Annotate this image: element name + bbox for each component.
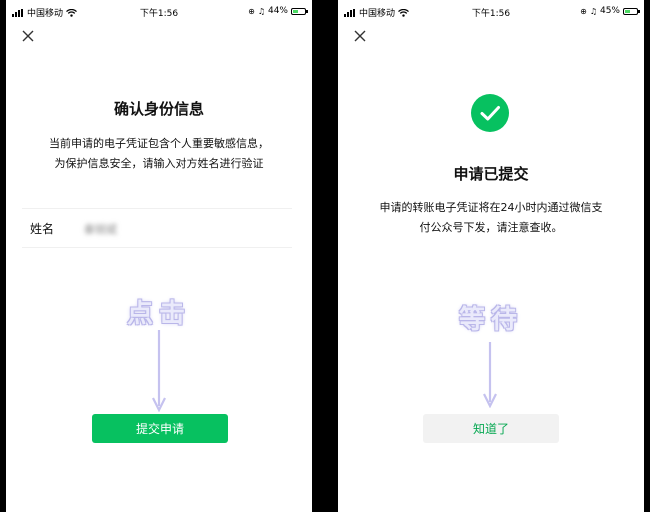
description-line-2: 为保护信息安全，请输入对方姓名进行验证 [54,157,264,170]
orientation-lock-icon: ⊕ [580,6,587,16]
page-title: 申请已提交 [453,165,529,183]
description-line-1: 当前申请的电子凭证包含个人重要敏感信息， [49,137,269,150]
headphones-icon: ♫ [589,6,597,16]
battery-percent: 44% [267,6,288,16]
down-arrow-icon [152,330,166,412]
headphones-icon: ♫ [257,6,265,16]
wait-overlay-label: 等待 [458,305,523,335]
description-line-1: 申请的转账电子凭证将在24小时内通过微信支 [379,201,603,214]
name-input-row[interactable]: 姓名 秦锐斌 [22,208,292,248]
name-label: 姓名 [30,222,55,236]
status-bar: 中国移动 下午1:56 ⊕ ♫ 45% [338,0,644,22]
name-field[interactable]: 秦锐斌 [84,221,117,237]
click-overlay-label: 点击 [126,299,191,329]
application-submitted-screen: 中国移动 下午1:56 ⊕ ♫ 45% 申请已提交 申请的转账电子凭证将在24小… [338,0,644,512]
got-it-button[interactable]: 知道了 [423,414,559,443]
description-line-2: 付公众号下发，请注意查收。 [419,221,563,234]
battery-icon [291,7,308,15]
battery-icon [623,7,640,15]
confirm-identity-screen: 中国移动 下午1:56 ⊕ ♫ 44% 确认身份信息 当前申请的电子凭证包含个人… [6,0,312,512]
success-check-icon [471,94,509,132]
page-title: 确认身份信息 [113,100,204,118]
submit-application-button[interactable]: 提交申请 [92,414,228,443]
status-bar: 中国移动 下午1:56 ⊕ ♫ 44% [6,0,312,22]
close-icon[interactable] [352,28,368,44]
down-arrow-icon [483,342,497,408]
battery-percent: 45% [599,6,620,16]
orientation-lock-icon: ⊕ [248,6,255,16]
close-icon[interactable] [20,28,36,44]
